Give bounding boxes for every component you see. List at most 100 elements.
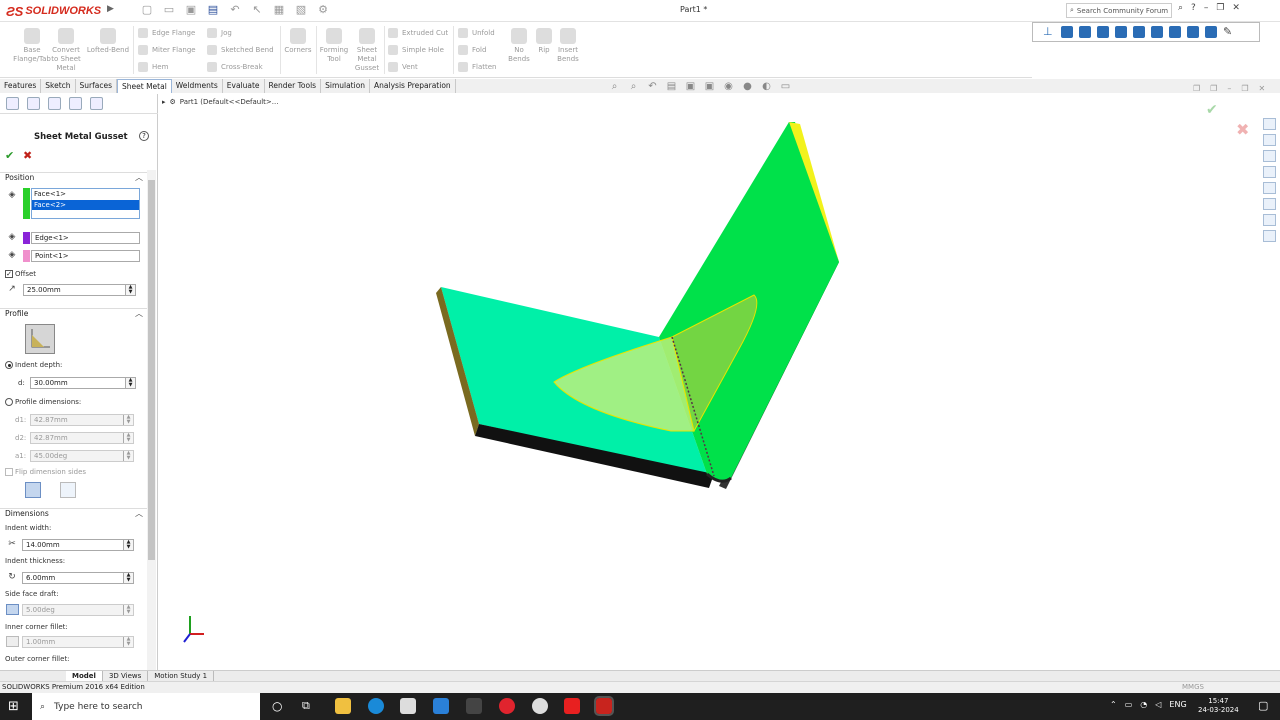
clock[interactable]: 15:47 24-03-2024 bbox=[1198, 697, 1239, 715]
sheet-metal-part-model[interactable] bbox=[159, 94, 1280, 670]
viewport-maximize-icon[interactable]: ❐ bbox=[1241, 84, 1248, 93]
edge-browser-icon[interactable] bbox=[368, 698, 384, 714]
simple-hole-button[interactable]: Simple Hole bbox=[388, 45, 444, 55]
viewport-restore-icon[interactable]: ❐ bbox=[1193, 84, 1200, 93]
custom-properties-icon[interactable] bbox=[1263, 214, 1276, 226]
a1-input[interactable]: 45.00deg ▲ ▼ bbox=[30, 450, 134, 462]
options-gear-icon[interactable]: ⚙ bbox=[316, 3, 330, 17]
display-style-icon[interactable]: ▣ bbox=[703, 81, 716, 93]
close-icon[interactable]: ✕ bbox=[1232, 3, 1240, 13]
sketch-pencil-icon[interactable]: ✎ bbox=[1223, 26, 1235, 38]
corners-button[interactable]: Corners bbox=[282, 28, 314, 55]
youtube-icon[interactable] bbox=[564, 698, 580, 714]
viewport-minimize-icon[interactable]: – bbox=[1227, 84, 1231, 93]
viewport-tile-icon[interactable]: ❐ bbox=[1210, 84, 1217, 93]
flip-dimension-checkbox[interactable] bbox=[5, 468, 13, 476]
edge-selection-field[interactable]: Edge<1> bbox=[31, 232, 140, 244]
d2-input[interactable]: 42.87mm ▲ ▼ bbox=[30, 432, 134, 444]
cross-break-button[interactable]: Cross-Break bbox=[207, 62, 263, 72]
hem-button[interactable]: Hem bbox=[138, 62, 168, 72]
sheet-metal-gusset-button[interactable]: Sheet Metal Gusset bbox=[352, 28, 382, 73]
appearances-icon[interactable] bbox=[1263, 198, 1276, 210]
pm-scrollbar-thumb[interactable] bbox=[148, 180, 155, 560]
help-icon[interactable]: ? bbox=[1191, 3, 1196, 13]
file-explorer-icon[interactable] bbox=[335, 698, 351, 714]
forum-icon[interactable] bbox=[1263, 230, 1276, 242]
dimxpert-icon[interactable] bbox=[69, 97, 82, 110]
profile-section-header[interactable]: Profile ︿ bbox=[0, 308, 147, 320]
store-icon[interactable] bbox=[400, 698, 416, 714]
side-draft-input[interactable]: 5.00deg ▲ ▼ bbox=[22, 604, 134, 616]
ok-button[interactable]: ✔ bbox=[5, 149, 14, 162]
minimize-icon[interactable]: – bbox=[1204, 3, 1209, 13]
draft-toggle-icon[interactable] bbox=[6, 604, 19, 615]
point-selection-field[interactable]: Point<1> bbox=[31, 250, 140, 262]
extruded-cut-button[interactable]: Extruded Cut bbox=[388, 28, 448, 38]
d1-input[interactable]: 42.87mm ▲ ▼ bbox=[30, 414, 134, 426]
notification-icon[interactable]: ▢ bbox=[1258, 699, 1268, 712]
confirmation-cancel-icon[interactable]: ✖ bbox=[1236, 120, 1249, 139]
feature-manager-icon[interactable] bbox=[6, 97, 19, 110]
tab-surfaces[interactable]: Surfaces bbox=[76, 79, 118, 93]
rebuild-icon[interactable]: ▦ bbox=[272, 3, 286, 17]
back-view-icon[interactable] bbox=[1079, 26, 1091, 38]
tab-analysis-preparation[interactable]: Analysis Preparation bbox=[370, 79, 456, 93]
mail-icon[interactable] bbox=[433, 698, 449, 714]
flat-gusset-button[interactable] bbox=[60, 482, 76, 498]
cortana-icon[interactable]: ○ bbox=[272, 699, 282, 713]
chrome-icon[interactable] bbox=[532, 698, 548, 714]
front-view-icon[interactable] bbox=[1061, 26, 1073, 38]
trimetric-view-icon[interactable] bbox=[1187, 26, 1199, 38]
edge-flange-button[interactable]: Edge Flange bbox=[138, 28, 195, 38]
feature-tree-flyout[interactable]: ▸ ⚙ Part1 (Default<<Default>... bbox=[162, 98, 278, 106]
tab-evaluate[interactable]: Evaluate bbox=[223, 79, 265, 93]
hide-show-items-icon[interactable]: ◉ bbox=[722, 81, 735, 93]
previous-view-icon[interactable]: ↶ bbox=[646, 81, 659, 93]
face-1-item[interactable]: Face<1> bbox=[32, 189, 139, 200]
network-icon[interactable]: ◔ bbox=[1140, 700, 1147, 709]
opera-icon[interactable] bbox=[499, 698, 515, 714]
app-icon[interactable] bbox=[466, 698, 482, 714]
forming-tool-button[interactable]: Forming Tool bbox=[318, 28, 350, 64]
sketched-bend-button[interactable]: Sketched Bend bbox=[207, 45, 274, 55]
tab-weldments[interactable]: Weldments bbox=[172, 79, 223, 93]
dimensions-section-header[interactable]: Dimensions ︿ bbox=[0, 508, 147, 520]
inner-fillet-input[interactable]: 1.00mm ▲ ▼ bbox=[22, 636, 134, 648]
tab-3d-views[interactable]: 3D Views bbox=[103, 671, 149, 681]
tab-simulation[interactable]: Simulation bbox=[321, 79, 371, 93]
normal-to-icon[interactable]: ⊥ bbox=[1043, 26, 1055, 38]
profile-dimensions-radio[interactable] bbox=[5, 398, 13, 406]
fold-button[interactable]: Fold bbox=[458, 45, 486, 55]
miter-flange-button[interactable]: Miter Flange bbox=[138, 45, 196, 55]
expand-arrow-icon[interactable]: ▸ bbox=[162, 98, 166, 106]
view-settings-icon[interactable]: ▭ bbox=[779, 81, 792, 93]
inner-fillet-spinner[interactable]: ▲ ▼ bbox=[123, 637, 133, 647]
viewport-close-icon[interactable]: ✕ bbox=[1259, 84, 1266, 93]
taskbar-search-input[interactable]: ⌕ Type here to search bbox=[32, 693, 260, 720]
tab-model[interactable]: Model bbox=[66, 671, 103, 681]
inner-fillet-toggle-icon[interactable] bbox=[6, 636, 19, 647]
tab-sketch[interactable]: Sketch bbox=[41, 79, 76, 93]
solidworks-taskbar-icon[interactable] bbox=[594, 696, 614, 716]
battery-icon[interactable]: ▭ bbox=[1125, 700, 1133, 709]
apply-scene-icon[interactable]: ◐ bbox=[760, 81, 773, 93]
new-icon[interactable]: ▢ bbox=[140, 3, 154, 17]
windows-start-icon[interactable]: ⊞ bbox=[8, 699, 19, 714]
save-icon[interactable]: ▣ bbox=[184, 3, 198, 17]
draft-spinner[interactable]: ▲ ▼ bbox=[123, 605, 133, 615]
offset-direction-icon[interactable]: ↗ bbox=[6, 284, 18, 295]
graphics-area[interactable] bbox=[159, 94, 1280, 670]
home-icon[interactable] bbox=[1263, 118, 1276, 130]
jog-button[interactable]: Jog bbox=[207, 28, 232, 38]
collapse-chevron-icon[interactable]: ︿ bbox=[135, 508, 143, 519]
rounded-gusset-button[interactable] bbox=[25, 482, 41, 498]
tray-chevron-icon[interactable]: ⌃ bbox=[1110, 700, 1117, 709]
unit-system-indicator[interactable]: MMGS bbox=[1182, 681, 1204, 693]
flatten-button[interactable]: Flatten bbox=[458, 62, 497, 72]
undo-icon[interactable]: ↶ bbox=[228, 3, 242, 17]
section-view-icon[interactable]: ▤ bbox=[665, 81, 678, 93]
zoom-to-fit-icon[interactable]: ⌕ bbox=[608, 81, 621, 93]
restore-icon[interactable]: ❐ bbox=[1216, 3, 1224, 13]
indent-depth-radio[interactable] bbox=[5, 361, 13, 369]
search-icon[interactable]: ⌕ bbox=[1178, 3, 1183, 13]
